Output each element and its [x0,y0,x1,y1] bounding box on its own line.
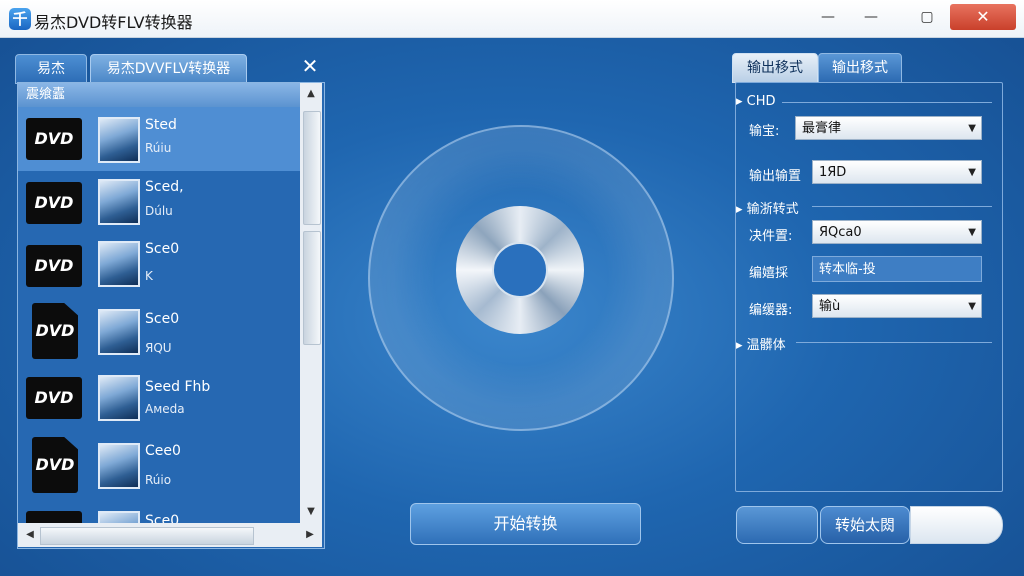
maximize-button[interactable]: — [858,6,884,28]
output-size-select[interactable]: 1ЯD ▼ [812,160,982,184]
divider [782,102,992,103]
thumbnail [98,375,140,421]
dvd-file-icon: DVD [32,437,78,493]
scroll-thumb-lower[interactable] [303,231,321,345]
section-extra[interactable]: ▸ 温髒体 [736,334,786,353]
item-subtitle: Rúio [145,473,172,487]
thumbnail [98,241,140,287]
dvd-icon: DVD [26,377,82,419]
section-extra-label: 温髒体 [746,338,786,353]
window-title: 易杰DVD转FLV转换器 [34,13,193,32]
dropdown-arrow-icon: ▼ [968,123,976,134]
action-button-right[interactable] [910,506,1003,544]
dropdown-arrow-icon: ▼ [968,167,976,178]
field-label: 决件置: [749,229,793,244]
thumbnail [98,443,140,489]
section-chd[interactable]: ▸ CHD [736,94,776,109]
item-title: Seed Fhb [145,379,211,395]
list-item[interactable]: DVD Seed Fhb Aмeda [18,365,300,429]
dvd-file-icon: DVD [32,303,78,359]
encoder-field[interactable]: 转本临-投 [812,256,982,282]
list-header: 震飨蠹 [18,83,300,107]
section-format[interactable]: ▸ 输浙转式 [736,198,799,217]
scroll-up-icon[interactable]: ▲ [300,85,322,103]
action-button-left[interactable] [736,506,818,544]
item-title: Sce0 [145,241,180,257]
list-item[interactable]: DVD Sced, Dúlu [18,171,300,235]
divider [812,206,992,207]
close-panel-icon[interactable]: ✕ [300,54,320,78]
field-label: 编缓器: [749,303,793,318]
hscroll-thumb[interactable] [40,527,254,545]
app-icon: 千 [9,8,31,30]
close-button[interactable]: ✕ [950,4,1016,30]
list-item[interactable]: DVD Sce0 ЯQU [18,299,300,363]
format-select[interactable]: ЯQca0 ▼ [812,220,982,244]
item-subtitle: Rúiu [145,141,172,155]
select-value: 最膏律 [802,121,842,136]
dvd-icon: DVD [26,118,82,160]
item-title: Sted [145,117,177,133]
field-label: 输宝: [749,124,780,139]
dvd-icon: DVD [26,245,82,287]
thumbnail [98,309,140,355]
item-title: Sce0 [145,311,180,327]
tab-output-format-1[interactable]: 输出移式 [732,53,818,83]
section-chd-label: CHD [746,94,776,109]
encoder-select[interactable]: 输ù ▼ [812,294,982,318]
convert-start-button[interactable]: 转始太閦 [820,506,910,544]
divider [796,342,992,343]
title-bar: 千 易杰DVD转FLV转换器 — — ▢ ✕ [0,0,1024,38]
item-title: Sced, [145,179,184,195]
scroll-thumb[interactable] [303,111,321,225]
dvd-icon: DVD [26,511,82,523]
select-value: 输ù [819,299,841,314]
restore-button[interactable]: ▢ [913,6,941,28]
select-value: 1ЯD [819,165,847,180]
field-label: 编嬉採 [749,266,789,281]
settings-panel [735,82,1003,492]
dropdown-arrow-icon: ▼ [968,227,976,238]
vertical-scrollbar[interactable]: ▲ ▼ [300,83,322,523]
thumbnail [98,179,140,225]
item-subtitle: K [145,269,153,283]
item-subtitle: Aмeda [145,402,185,416]
minimize-button[interactable]: — [815,6,841,28]
dvd-icon: DVD [26,182,82,224]
list-item[interactable]: DVD Sce0 [18,495,300,523]
thumbnail [98,511,140,523]
output-select[interactable]: 最膏律 ▼ [795,116,982,140]
dropdown-arrow-icon: ▼ [968,301,976,312]
scroll-left-icon[interactable]: ◀ [20,523,40,547]
tab-yijie[interactable]: 易杰 [15,54,87,84]
field-label: 输出输置 [749,169,802,184]
item-title: Cee0 [145,443,181,459]
horizontal-scrollbar[interactable]: ◀ ▶ [18,523,322,547]
list-item[interactable]: DVD Cee0 Rúio [18,431,300,495]
disc-hole [492,242,548,298]
start-convert-button[interactable]: 开始转换 [410,503,641,545]
file-list-panel: 震飨蠹 DVD Sted Rúiu DVD Sced, Dúlu DVD Sce… [17,82,325,549]
tab-converter[interactable]: 易杰DVVFLV转换器 [90,54,247,84]
item-subtitle: Dúlu [145,204,173,218]
scroll-down-icon[interactable]: ▼ [300,503,322,521]
thumbnail [98,117,140,163]
list-item[interactable]: DVD Sted Rúiu [18,107,300,171]
item-subtitle: ЯQU [145,341,172,355]
scroll-right-icon[interactable]: ▶ [300,523,320,547]
list-item[interactable]: DVD Sce0 K [18,235,300,299]
section-format-label: 输浙转式 [746,202,799,217]
tab-output-format-2[interactable]: 输出移式 [818,53,902,83]
item-title: Sce0 [145,513,180,523]
select-value: ЯQca0 [819,225,862,240]
